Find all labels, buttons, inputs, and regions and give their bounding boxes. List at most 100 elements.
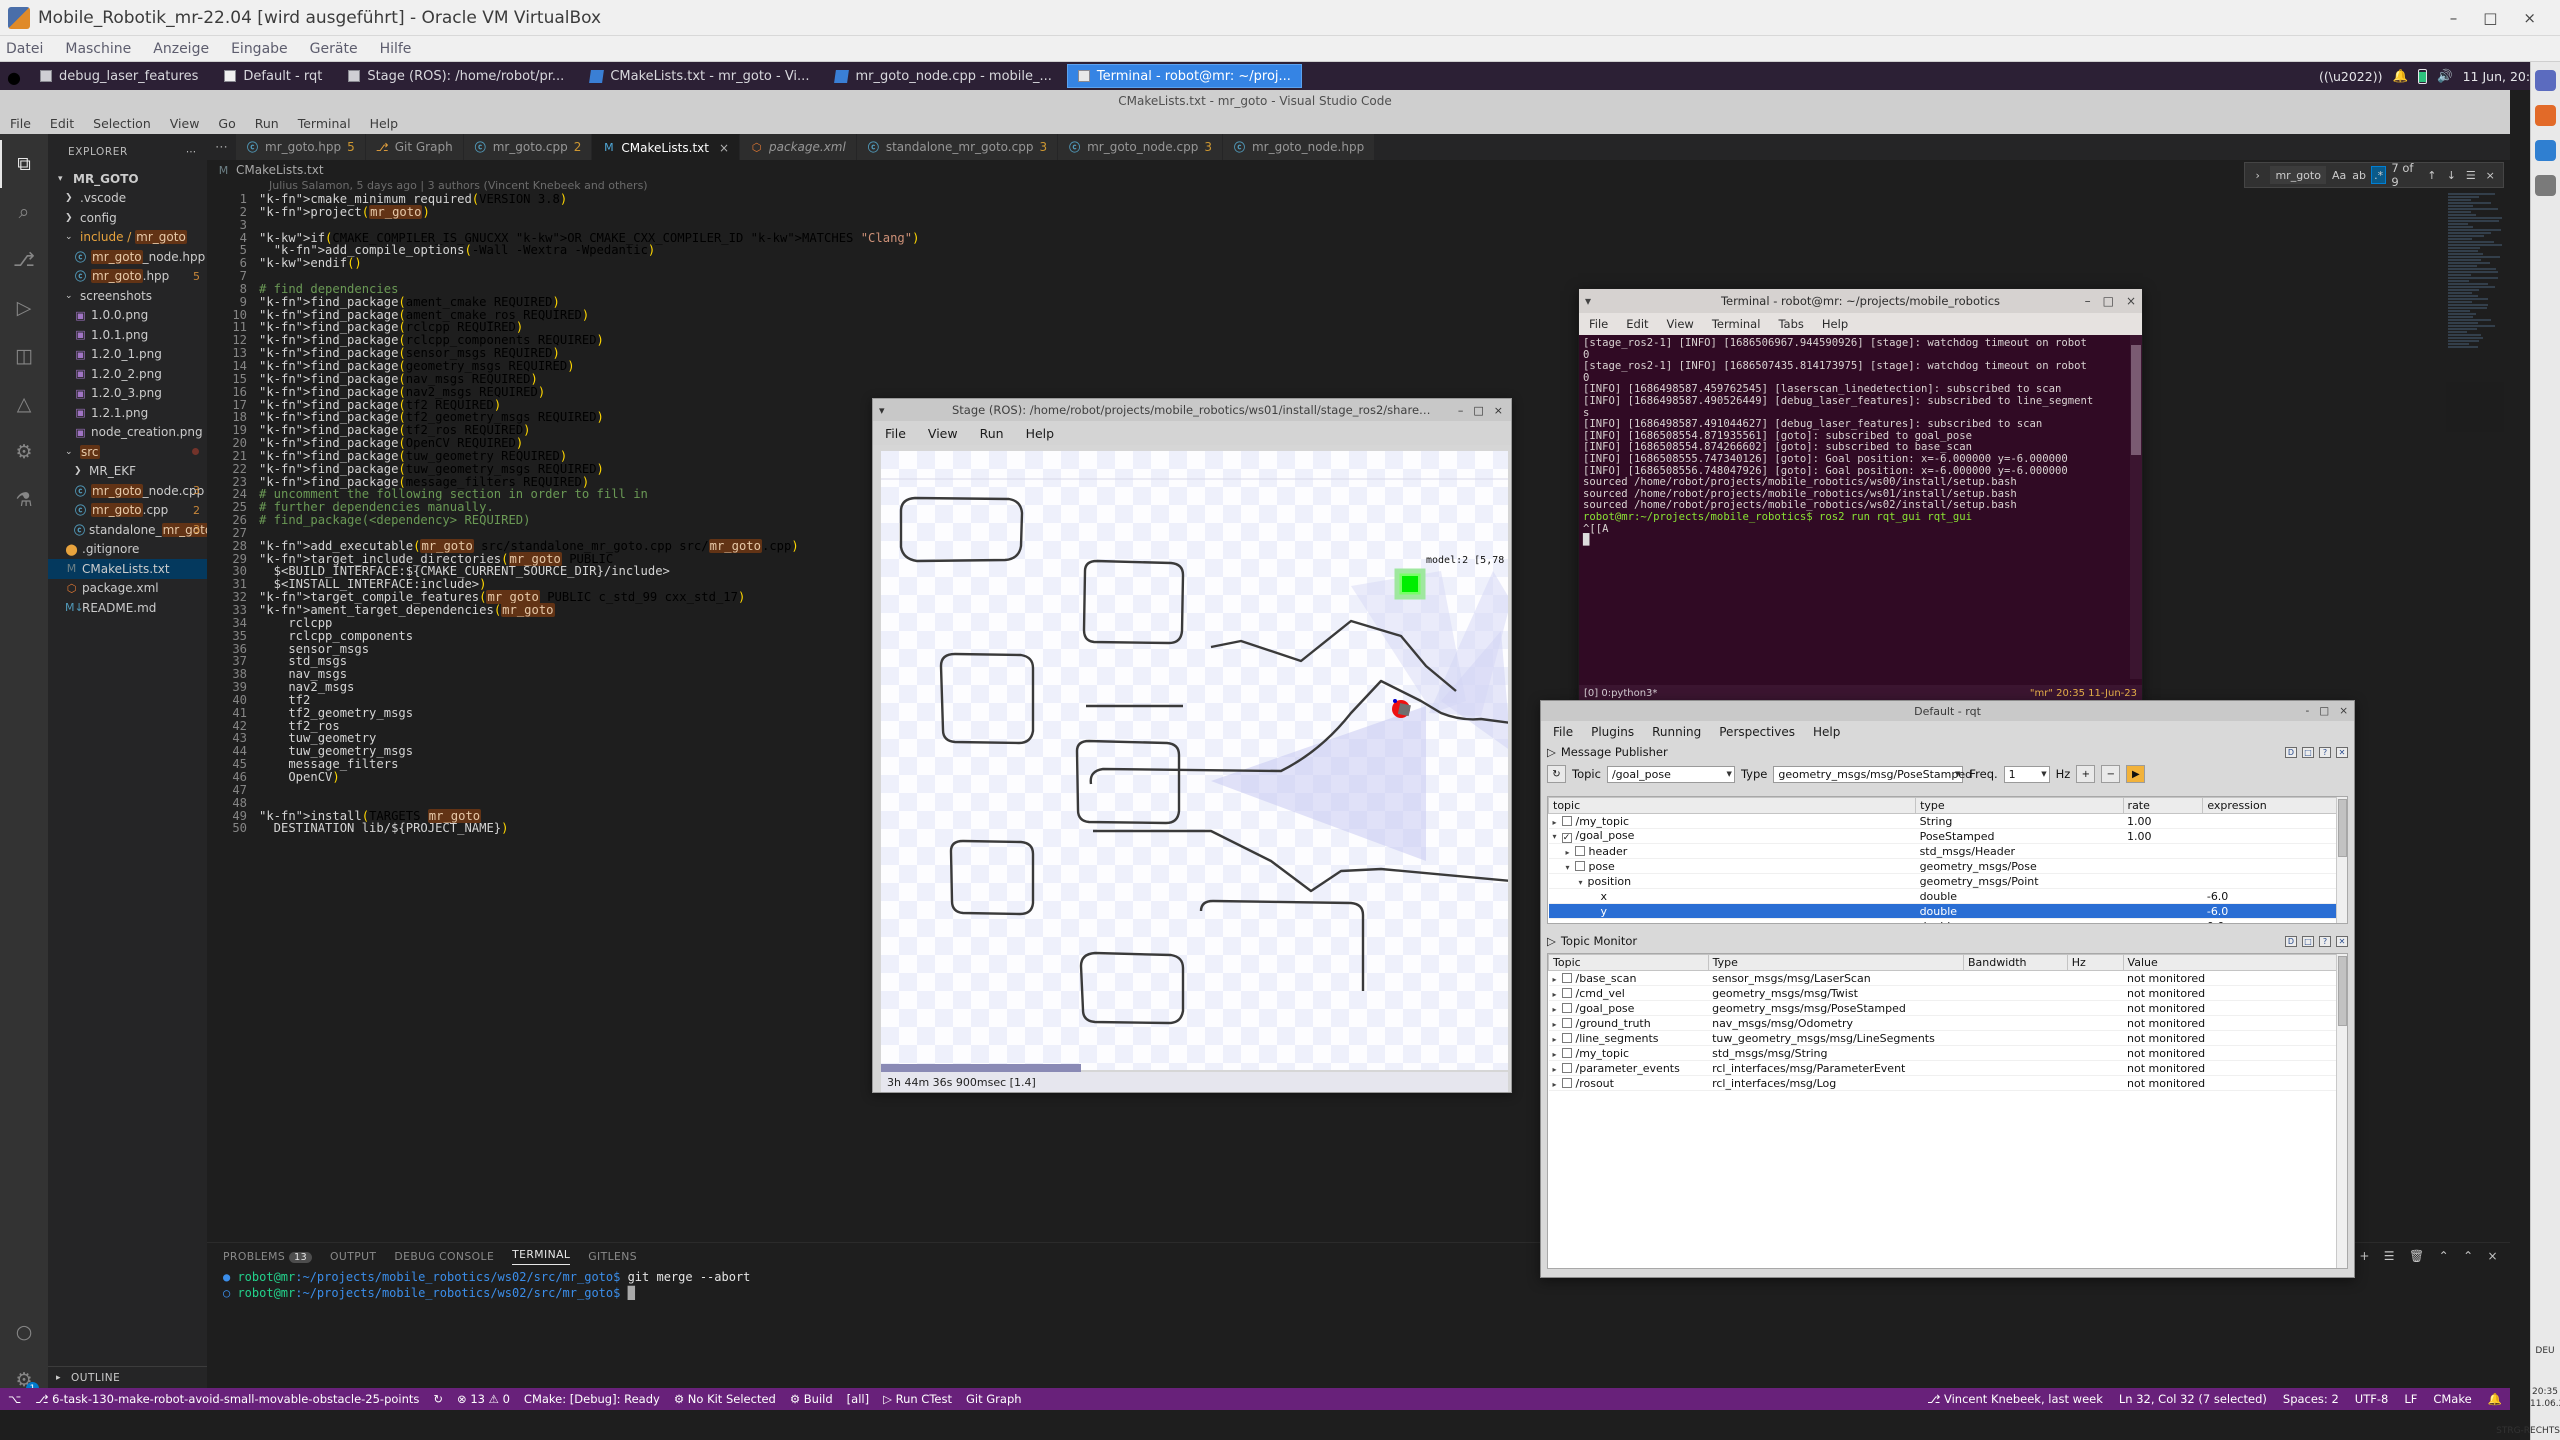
monitor-table[interactable]: Topic Type Bandwidth Hz Value ▸ /base_scan sen… [1548,954,2347,1091]
status-git-graph[interactable]: Git Graph [966,1392,1022,1406]
editor-tab-1[interactable]: ⎇ Git Graph [366,134,464,160]
publisher-row-5[interactable]: x double -6.0 [1549,889,2347,904]
minimize-icon[interactable]: – [2450,9,2458,27]
vscode-menubar[interactable]: File Edit Selection View Go Run Terminal Help [0,112,2510,134]
checkbox[interactable] [1575,861,1585,871]
publisher-cell-expression[interactable]: -6.0 [2203,904,2347,919]
publisher-cell-expression[interactable] [2203,814,2347,829]
tree-item-1-2-1-png[interactable]: ▣ 1.2.1.png [48,403,207,423]
status-ctest[interactable]: ▷ Run CTest [883,1392,952,1406]
checkbox[interactable] [1562,1033,1572,1043]
status-gitlens-blame[interactable]: ⎇ Vincent Knebeek, last week [1927,1392,2103,1406]
status-indentation[interactable]: Spaces: 2 [2283,1392,2339,1406]
next-match-icon[interactable]: ↓ [2445,167,2458,183]
tree-item-1-0-1-png[interactable]: ▣ 1.0.1.png [48,325,207,345]
terminal-window-controls[interactable]: – □ × [2085,294,2136,308]
status-encoding[interactable]: UTF-8 [2355,1392,2389,1406]
vbox-menu-item-datei[interactable]: Datei [6,41,43,57]
virtualbox-menubar[interactable]: Datei Maschine Anzeige Eingabe Geräte Hilfe [0,36,2560,62]
editor-tab-2[interactable]: ⓒ mr_goto.cpp 2 [464,134,593,160]
message-publisher-dock-icon-1[interactable]: □ [2302,747,2314,758]
status-sync[interactable]: ↻ [433,1392,443,1406]
stage-menubar[interactable]: File View Run Help [873,421,1511,445]
bell-icon[interactable]: 🔔 [2392,68,2408,84]
editor-tab-0[interactable]: ⓒ mr_goto.hpp 5 [236,134,366,160]
close-icon[interactable]: × [2126,294,2136,308]
ubuntu-show-desktop-icon[interactable]: ● [7,68,23,84]
minimize-icon[interactable]: – [1458,404,1464,417]
publisher-cell-expression[interactable] [2203,829,2347,844]
vbox-menu-item-maschine[interactable]: Maschine [65,41,131,57]
activity-run-and-debug[interactable]: ▷ [0,284,48,332]
topic-monitor-tree[interactable]: Topic Type Bandwidth Hz Value ▸/base_scan sen… [1547,953,2348,1269]
status-branch[interactable]: ⎇ 6-task-130-make-robot-avoid-small-mova… [35,1392,419,1406]
terminal-menu-item-file[interactable]: File [1589,317,1608,331]
tree-item-screenshots[interactable]: ⌄ screenshots [48,286,207,306]
stage-window-menu-icon[interactable]: ▾ [879,404,885,417]
panel-actions[interactable]: ▤+☰🗑⌃⌃× [2334,1249,2510,1263]
terminal-output[interactable]: [stage_ros2-1] [INFO] [1686506967.944590… [1579,335,2130,701]
editor-tab-6[interactable]: ⓒ mr_goto_node.cpp 3 [1058,134,1223,160]
panel-tab-problems[interactable]: PROBLEMS 13 [223,1250,312,1263]
status-cmake-status[interactable]: CMake: [Debug]: Ready [524,1392,660,1406]
vscode-menu-item-terminal[interactable]: Terminal [298,116,351,131]
publisher-row-7[interactable]: zdouble0.0 [1549,919,2347,925]
tree-item--vscode[interactable]: ❯ .vscode [48,189,207,209]
tree-item-readme-md[interactable]: M↓ README.md [48,598,207,618]
expand-icon[interactable]: ▾ [1553,832,1562,841]
activity-testing[interactable]: ⚗ [0,476,48,524]
expand-icon[interactable]: ▾ [1566,863,1575,872]
previous-match-icon[interactable]: ↑ [2425,167,2438,183]
checkbox[interactable] [1562,1063,1572,1073]
status-build[interactable]: ⚙ Build [790,1392,833,1406]
tree-item-package-xml[interactable]: ⬡ package.xml [48,579,207,599]
activity-extensions[interactable]: ◫ [0,332,48,380]
tree-item-mr-goto-cpp[interactable]: ⓒ mr_goto.cpp 2 [48,501,207,521]
maximize-icon[interactable]: □ [2103,294,2114,308]
expand-icon[interactable]: ▸ [1553,1080,1562,1089]
status-build-target[interactable]: [all] [847,1392,869,1406]
rqt-menu-item-file[interactable]: File [1553,725,1573,739]
system-tray[interactable]: ((\u2022)) 🔔 🔊 11 Jun, 20:35 [2319,62,2560,90]
expand-icon[interactable]: ▸ [1553,1005,1562,1014]
checkbox[interactable] [1562,1003,1572,1013]
firefox-icon[interactable] [2535,105,2556,126]
tree-item-node-creation-png[interactable]: ▣ node_creation.png [48,423,207,443]
expand-icon[interactable]: ▾ [1579,878,1588,887]
terminal-window-menu-icon[interactable]: ▾ [1585,294,1591,308]
find-input[interactable]: mr_goto [2270,166,2326,184]
publisher-cell-expression[interactable] [2203,874,2347,889]
files-icon[interactable] [2535,70,2556,91]
use-regex-icon[interactable]: .* [2372,167,2385,183]
tree-item-1-2-0-3-png[interactable]: ▣ 1.2.0_3.png [48,384,207,404]
rqt-menu-item-plugins[interactable]: Plugins [1591,725,1634,739]
terminal-menu-item-tabs[interactable]: Tabs [1778,317,1803,331]
panel-action-1[interactable]: + [2359,1249,2369,1263]
vscode-menu-item-file[interactable]: File [10,116,31,131]
breadcrumb[interactable]: M CMakeLists.txt [207,160,2510,180]
activity-search[interactable]: ⌕ [0,188,48,236]
taskbar-button-3[interactable]: CMakeLists.txt - mr_goto - Vi... [580,65,819,87]
type-combo[interactable]: geometry_msgs/msg/PoseStamped ▼ [1773,766,1963,783]
maximize-icon[interactable]: □ [1473,404,1483,417]
stage-canvas[interactable]: model:2 [5,78 4 [881,451,1508,1070]
monitor-row-4[interactable]: ▸ /line_segments tuw_geometry_msgs/msg/Lin… [1549,1031,2347,1046]
stage-window-controls[interactable]: – □ × [1458,404,1503,417]
editor-minimap[interactable] [2446,192,2504,432]
minimize-icon[interactable]: – [2085,294,2091,308]
section-outline[interactable]: ▸ OUTLINE [48,1366,207,1388]
panel-action-6[interactable]: × [2488,1249,2498,1263]
explorer-more-icon[interactable]: ⋯ [186,146,197,158]
checkbox[interactable] [1562,816,1572,826]
expand-icon[interactable]: ▸ [1553,1035,1562,1044]
tree-item-mr-goto-hpp[interactable]: ⓒ mr_goto.hpp 5 [48,267,207,287]
activity-cmake[interactable]: ⚙ [0,428,48,476]
host-dock[interactable] [2530,62,2560,1440]
status-eol[interactable]: LF [2404,1392,2417,1406]
rqt-menubar[interactable]: File Plugins Running Perspectives Help [1541,721,2354,742]
tree-item-1-2-0-2-png[interactable]: ▣ 1.2.0_2.png [48,364,207,384]
rqt-window-controls[interactable]: - □ × [2305,705,2348,717]
battery-icon[interactable] [2418,69,2427,84]
monitor-row-1[interactable]: ▸ /cmd_vel geometry_msgs/msg/Twist not moni… [1549,986,2347,1001]
tab-overflow-icon[interactable]: ⋯ [207,134,236,160]
